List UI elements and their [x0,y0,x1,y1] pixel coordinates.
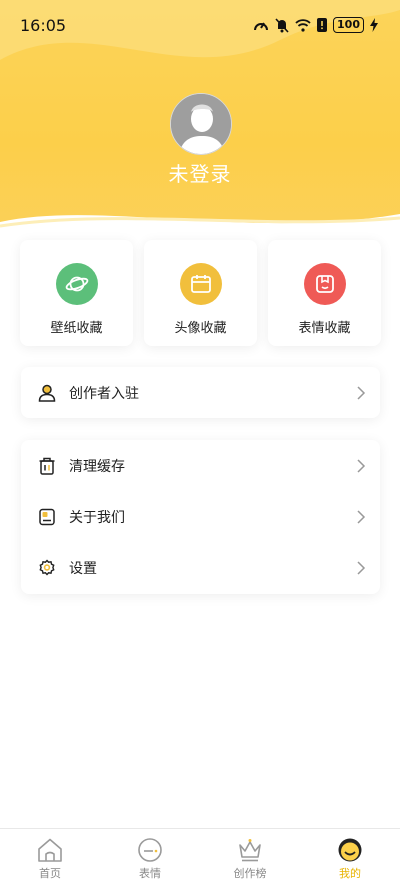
crown-icon [239,839,261,862]
status-time: 16:05 [20,15,67,35]
tab-mine-label: 我的 [339,867,361,880]
info-card-icon [37,507,57,527]
about-us-row[interactable]: 关于我们 [21,491,380,542]
settings-label: 设置 [69,560,97,577]
tab-home-label: 首页 [39,867,61,880]
mute-bell-icon [275,17,289,33]
tab-creator-ranking-label: 创作榜 [233,867,267,880]
fav-label: 壁纸收藏 [50,321,103,336]
login-label[interactable]: 未登录 [0,158,400,187]
default-avatar-icon [171,94,231,154]
tab-emoji-label: 表情 [139,867,161,880]
fav-label: 表情收藏 [298,321,351,336]
emoji-favorites-card[interactable]: 表情收藏 [268,240,381,346]
about-us-label: 关于我们 [69,509,125,526]
avatar-favorites-card[interactable]: 头像收藏 [144,240,257,346]
trash-icon [37,456,57,476]
creator-row[interactable]: 创作者入驻 [21,367,380,418]
avatar[interactable] [170,93,232,155]
gear-icon [37,558,57,578]
settings-card: 清理缓存 关于我们 设置 [21,440,380,594]
tab-emoji[interactable]: 表情 [100,829,200,884]
status-bar: 16:05 100 [0,0,400,50]
chevron-right-icon [357,385,366,400]
speedometer-icon [254,22,269,31]
emoji-box-icon [303,263,346,305]
clear-cache-row[interactable]: 清理缓存 [21,440,380,491]
calendar-icon [179,263,222,305]
tab-creator-ranking[interactable]: 创作榜 [200,829,300,884]
wifi-icon [295,18,311,32]
charging-icon [370,18,378,32]
chevron-right-icon [357,509,366,524]
tab-home[interactable]: 首页 [0,829,100,884]
bottom-nav: 首页 表情 创作榜 我的 [0,828,400,884]
emoji-icon [138,838,162,862]
alert-icon [317,18,328,32]
fav-label: 头像收藏 [174,321,227,336]
settings-row[interactable]: 设置 [21,542,380,593]
chevron-right-icon [357,560,366,575]
favorites-row: 壁纸收藏 头像收藏 表情收藏 [20,240,381,346]
creator-card: 创作者入驻 [21,367,380,418]
battery-indicator: 100 [333,17,364,33]
chevron-right-icon [357,458,366,473]
status-icons: 100 [253,17,378,33]
creator-label: 创作者入驻 [69,385,139,402]
home-icon [38,838,62,862]
planet-icon [55,263,98,305]
tab-mine[interactable]: 我的 [300,829,400,884]
clear-cache-label: 清理缓存 [69,458,125,475]
wallpaper-favorites-card[interactable]: 壁纸收藏 [20,240,133,346]
smile-icon [338,838,362,862]
user-icon [37,383,57,403]
